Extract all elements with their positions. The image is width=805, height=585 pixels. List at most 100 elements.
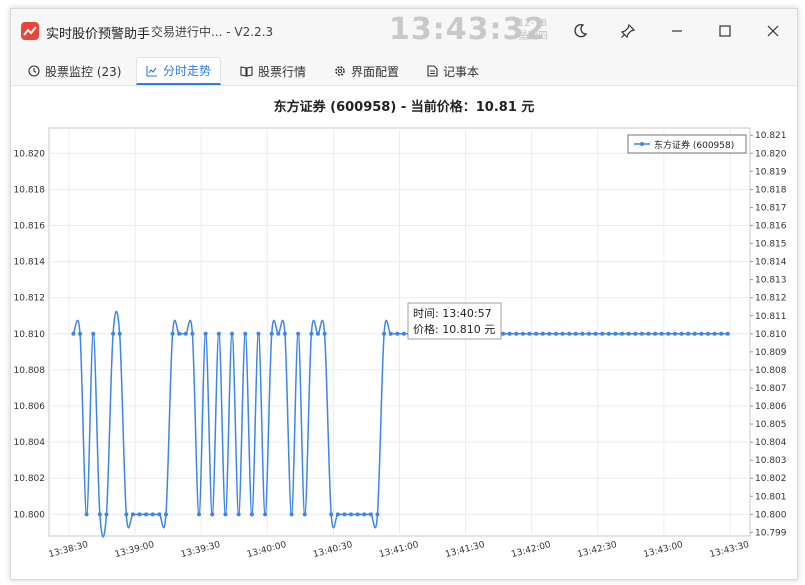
chart-panel: 东方证券 (600958) - 当前价格：10.81 元 13:38:30 13:… xyxy=(11,86,797,579)
price-point xyxy=(646,331,651,336)
y-tick-label-right: 10.801 xyxy=(755,492,787,502)
y-tick-label-left: 10.818 xyxy=(14,185,46,195)
y-tick-label-left: 10.810 xyxy=(14,330,46,340)
price-point xyxy=(600,331,605,336)
y-tick-label-right: 10.803 xyxy=(755,456,787,466)
price-point xyxy=(322,331,327,336)
y-tick-label-right: 10.802 xyxy=(755,474,787,484)
price-point xyxy=(104,512,109,517)
price-point xyxy=(349,512,354,517)
tab-interface-config[interactable]: 界面配置 xyxy=(325,57,408,85)
price-point xyxy=(613,331,618,336)
price-point xyxy=(659,331,664,336)
x-tick-label: 13:39:30 xyxy=(180,540,222,560)
price-point xyxy=(256,331,261,336)
y-tick-label-left: 10.802 xyxy=(14,474,46,484)
pin-button[interactable] xyxy=(614,17,642,45)
y-tick-label-right: 10.821 xyxy=(755,131,787,141)
price-point xyxy=(137,512,142,517)
price-point xyxy=(672,331,677,336)
price-point xyxy=(362,512,367,517)
app-logo-icon xyxy=(21,22,39,40)
app-status: 交易进行中... - V2.2.3 xyxy=(151,25,274,39)
price-point xyxy=(289,512,294,517)
y-tick-label-right: 10.808 xyxy=(755,366,787,376)
price-point xyxy=(540,331,545,336)
price-point xyxy=(203,331,208,336)
price-point xyxy=(653,331,658,336)
minimize-icon xyxy=(672,30,682,32)
price-point xyxy=(296,331,301,336)
tab-intraday-trend[interactable]: 分时走势 xyxy=(136,57,222,85)
price-point xyxy=(514,331,519,336)
price-point xyxy=(157,512,162,517)
price-point xyxy=(553,331,558,336)
minimize-button[interactable] xyxy=(663,17,691,45)
price-point xyxy=(282,331,287,336)
tab-stock-monitor[interactable]: 股票监控 (23) xyxy=(19,57,130,85)
x-tick-label: 13:43:30 xyxy=(709,540,751,560)
price-point xyxy=(375,512,380,517)
y-tick-label-left: 10.800 xyxy=(14,510,46,520)
price-point xyxy=(388,331,393,336)
y-tick-label-left: 10.820 xyxy=(14,149,46,159)
price-point xyxy=(501,331,506,336)
price-point xyxy=(329,512,334,517)
tab-stock-quotes[interactable]: 股票行情 xyxy=(231,57,315,85)
price-point xyxy=(163,512,168,517)
x-tick-label: 13:41:30 xyxy=(444,540,486,560)
y-tick-label-left: 10.816 xyxy=(14,221,46,231)
y-tick-label-right: 10.818 xyxy=(755,185,787,195)
y-tick-label-right: 10.806 xyxy=(755,402,787,412)
price-point xyxy=(177,331,182,336)
tab-label: 界面配置 xyxy=(351,64,400,79)
y-tick-label-right: 10.817 xyxy=(755,203,787,213)
price-point xyxy=(567,331,572,336)
y-tick-label-right: 10.819 xyxy=(755,167,787,177)
y-tick-label-right: 10.816 xyxy=(755,221,787,231)
y-tick-label-right: 10.811 xyxy=(755,312,787,322)
price-point xyxy=(78,331,83,336)
price-point xyxy=(507,331,512,336)
price-point xyxy=(368,512,373,517)
price-point xyxy=(210,512,215,517)
x-tick-label: 13:38:30 xyxy=(48,540,90,560)
x-tick-label: 13:43:00 xyxy=(643,540,685,560)
maximize-icon xyxy=(719,25,731,37)
y-tick-label-right: 10.820 xyxy=(755,149,787,159)
y-tick-label-right: 10.815 xyxy=(755,240,787,250)
maximize-button[interactable] xyxy=(711,17,739,45)
y-tick-label-right: 10.813 xyxy=(755,276,787,286)
book-icon xyxy=(240,66,253,77)
price-point xyxy=(679,331,684,336)
x-tick-label: 13:40:30 xyxy=(312,540,354,560)
price-point xyxy=(144,512,149,517)
price-point xyxy=(263,512,268,517)
price-point xyxy=(633,331,638,336)
price-point xyxy=(547,331,552,336)
tab-notepad[interactable]: 记事本 xyxy=(418,57,488,85)
date-text: 12-18 xyxy=(518,18,548,29)
price-point xyxy=(520,331,525,336)
price-point xyxy=(395,331,400,336)
x-tick-label: 13:42:00 xyxy=(510,540,552,560)
price-point xyxy=(276,331,281,336)
price-point xyxy=(586,331,591,336)
tab-label: 股票监控 (23) xyxy=(45,64,122,79)
price-point xyxy=(527,331,532,336)
tooltip-price: 价格: 10.810 元 xyxy=(413,322,495,336)
price-point xyxy=(725,331,730,336)
intraday-chart[interactable]: 13:38:30 13:39:00 13:39:30 13:40:00 13:40:30… xyxy=(11,86,797,579)
y-tick-label-right: 10.810 xyxy=(755,330,787,340)
price-point xyxy=(401,331,406,336)
price-point xyxy=(692,331,697,336)
y-tick-label-right: 10.804 xyxy=(755,438,787,448)
price-point xyxy=(309,331,314,336)
y-tick-label-right: 10.807 xyxy=(755,384,787,394)
moon-icon xyxy=(574,24,588,38)
price-point xyxy=(111,331,116,336)
clock-icon xyxy=(28,65,40,77)
close-button[interactable] xyxy=(759,17,787,45)
theme-toggle-button[interactable] xyxy=(566,17,594,45)
price-point xyxy=(705,331,710,336)
